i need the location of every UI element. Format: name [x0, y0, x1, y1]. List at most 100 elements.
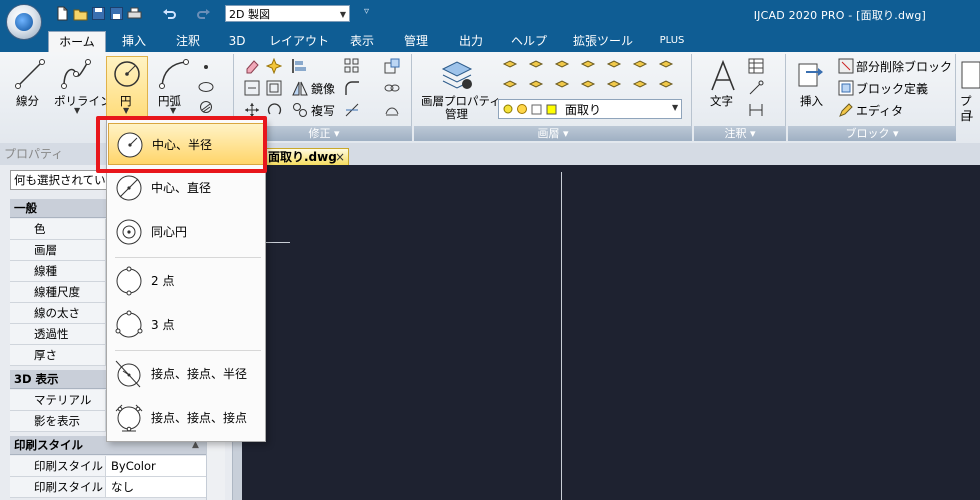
mirror-icon: [292, 81, 308, 96]
chevron-down-icon: ▼: [339, 10, 346, 19]
join-icon[interactable]: [384, 80, 400, 96]
new-file-icon[interactable]: [55, 6, 70, 21]
property-key: 影を表示: [10, 411, 106, 431]
text-tool-button[interactable]: 文字: [710, 93, 733, 109]
tab-plus[interactable]: PLUS: [652, 31, 692, 52]
menu-item-concentric[interactable]: 同心円: [108, 211, 264, 253]
menu-item-label: 2 点: [151, 274, 175, 288]
property-row[interactable]: 印刷スタイル ByColor: [10, 456, 206, 477]
text-tool-icon: [711, 60, 735, 91]
tab-home[interactable]: ホーム: [48, 31, 106, 52]
workspace-combo[interactable]: 2D 製図 ▼: [225, 5, 350, 22]
arc-dropdown-icon[interactable]: ▼: [170, 106, 176, 115]
offset-icon[interactable]: [266, 80, 282, 96]
tab-output[interactable]: 出力: [451, 31, 491, 52]
layer-combo-chevron-icon[interactable]: ▼: [672, 103, 678, 112]
line-tool-label[interactable]: 線分: [16, 93, 39, 109]
partial-delete-block-icon: [838, 58, 854, 74]
table-icon[interactable]: [748, 58, 764, 74]
tab-layout[interactable]: レイアウト: [266, 31, 332, 52]
explode-icon[interactable]: [266, 58, 282, 74]
menu-item-center-diameter[interactable]: 中心、直径: [108, 167, 264, 209]
redo-icon[interactable]: [196, 6, 211, 21]
menu-item-tan-tan-tan[interactable]: 接点、接点、接点: [108, 397, 264, 439]
layer-panel-title[interactable]: 画層 ▾: [414, 126, 692, 141]
block-panel-title-text: ブロック: [845, 127, 890, 140]
trim-icon[interactable]: [344, 102, 360, 118]
block-define-button[interactable]: ブロック定義: [856, 80, 928, 97]
document-tab-bar: [242, 143, 980, 165]
menu-item-label: 3 点: [151, 318, 175, 332]
property-key: 線の太さ: [10, 303, 106, 323]
point-tool-icon[interactable]: [198, 60, 214, 74]
layer-properties-label-2[interactable]: 管理: [445, 106, 468, 122]
property-row[interactable]: 印刷スタイル ... なし: [10, 477, 206, 498]
current-layer-name: 面取り: [565, 103, 602, 117]
scale-icon[interactable]: [384, 58, 400, 74]
menu-item-2-point[interactable]: 2 点: [108, 260, 264, 302]
save-icon[interactable]: [91, 6, 106, 21]
polyline-dropdown-icon[interactable]: ▼: [74, 106, 80, 115]
annotation-panel-title[interactable]: 注釈 ▾: [694, 126, 786, 141]
tab-view[interactable]: 表示: [342, 31, 382, 52]
property-key: マテリアル: [10, 390, 106, 410]
property-value: ByColor: [111, 459, 156, 473]
modify-panel-title-text: 修正: [308, 127, 331, 140]
arc-tool-icon[interactable]: [158, 58, 190, 90]
application-menu-button[interactable]: [6, 4, 42, 40]
properties-tool-icon[interactable]: [960, 60, 980, 90]
property-key: 厚さ: [10, 345, 106, 365]
partial-delete-block-button[interactable]: 部分削除ブロック: [856, 58, 952, 75]
layer-state-icons: [503, 104, 557, 115]
open-folder-icon[interactable]: [73, 6, 88, 21]
ellipse-tool-icon[interactable]: [198, 80, 214, 94]
property-value: なし: [111, 480, 134, 494]
layer-tools-icon-grid[interactable]: [500, 58, 685, 98]
hatch-tool-icon[interactable]: [198, 100, 214, 114]
circle-tan-tan-radius-icon: [115, 360, 141, 388]
selection-combo[interactable]: 何も選択されていま: [10, 170, 110, 190]
tab-annotate[interactable]: 注釈: [166, 31, 210, 52]
dimension-icon[interactable]: [748, 102, 764, 118]
rotate-icon[interactable]: [266, 102, 284, 118]
print-icon[interactable]: [127, 6, 142, 21]
insert-block-icon: [798, 63, 823, 87]
properties-tool-label-2[interactable]: ユ: [962, 106, 974, 122]
leader-icon[interactable]: [748, 80, 764, 96]
tab-manage[interactable]: 管理: [396, 31, 436, 52]
polyline-tool-label[interactable]: ポリライン: [54, 93, 112, 109]
close-tab-icon[interactable]: ×: [335, 149, 345, 166]
break-icon[interactable]: [384, 102, 400, 118]
undo-icon[interactable]: [162, 6, 177, 21]
fillet-icon[interactable]: [344, 80, 360, 96]
erase-icon[interactable]: [244, 58, 260, 74]
menu-item-label: 接点、接点、接点: [151, 411, 248, 425]
layer-properties-icon: [441, 61, 473, 89]
circle-dropdown-icon[interactable]: ▼: [123, 106, 129, 115]
stretch-icon[interactable]: [244, 80, 260, 96]
insert-block-button[interactable]: 挿入: [800, 93, 823, 109]
save-as-icon[interactable]: [109, 6, 124, 21]
copy-icon: [293, 103, 307, 117]
document-tab[interactable]: 面取り.dwg ×: [265, 148, 349, 165]
block-editor-button[interactable]: エディタ: [856, 102, 903, 119]
tab-extension-tools[interactable]: 拡張ツール: [566, 31, 640, 52]
customize-quick-access-icon[interactable]: ▿: [364, 6, 369, 17]
align-icon[interactable]: [290, 58, 308, 74]
tab-insert[interactable]: 挿入: [112, 31, 156, 52]
menu-item-tan-tan-radius[interactable]: 接点、接点、半径: [108, 353, 264, 395]
polyline-tool-icon[interactable]: [60, 58, 92, 90]
array-icon[interactable]: [344, 58, 360, 74]
tab-help[interactable]: ヘルプ: [505, 31, 553, 52]
circle-tan-tan-tan-icon: [115, 404, 143, 432]
workspace-value: 2D 製図: [229, 8, 270, 21]
tab-3d[interactable]: 3D: [222, 31, 252, 52]
mirror-button[interactable]: 鏡像: [311, 80, 335, 97]
drawing-canvas[interactable]: [242, 165, 980, 500]
menu-item-3-point[interactable]: 3 点: [108, 304, 264, 346]
line-tool-icon[interactable]: [14, 58, 46, 90]
copy-button[interactable]: 複写: [311, 102, 335, 119]
property-key: 印刷スタイル ...: [10, 477, 106, 497]
block-panel-title[interactable]: ブロック ▾: [788, 126, 956, 141]
block-define-icon: [838, 80, 854, 96]
